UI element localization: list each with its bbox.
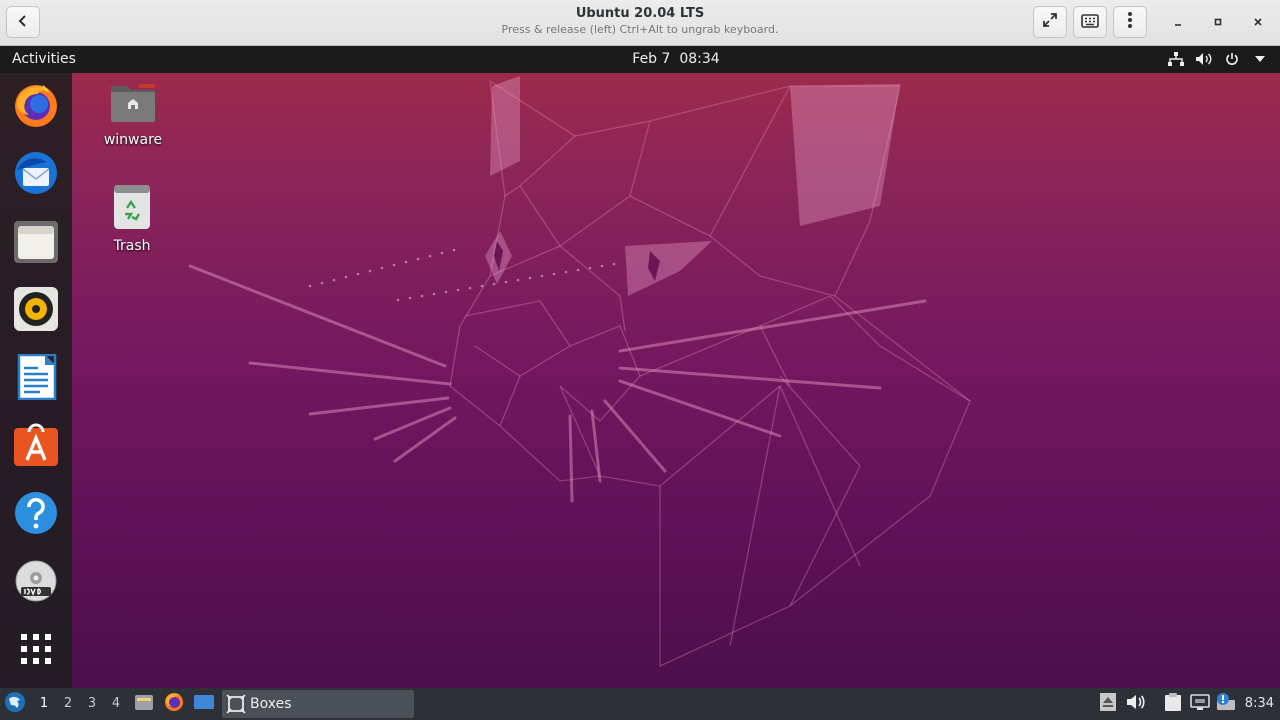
eject-icon — [1100, 693, 1116, 715]
help-icon — [13, 490, 59, 540]
chevron-left-icon — [16, 13, 30, 32]
launcher-files[interactable] — [133, 693, 155, 715]
files-icon — [13, 218, 59, 268]
home-folder-icon — [109, 84, 157, 128]
dock-item-firefox[interactable] — [12, 83, 60, 131]
dock-item-rhythmbox[interactable] — [12, 287, 60, 335]
show-applications-button[interactable] — [12, 627, 60, 675]
firefox-icon — [164, 692, 184, 716]
app-grid-icon — [20, 633, 52, 669]
notification-tray-button[interactable] — [1214, 692, 1236, 716]
taskbar-item-label: Boxes — [250, 696, 292, 712]
dropdown-arrow-icon — [1250, 50, 1270, 68]
desktop-icon-label: winware — [103, 132, 163, 148]
focal-fossa-artwork — [188, 76, 971, 668]
rhythmbox-icon — [13, 286, 59, 336]
keyboard-button[interactable] — [1073, 6, 1107, 38]
dock-item-dvd[interactable] — [12, 559, 60, 607]
window-title-area: Ubuntu 20.04 LTS Press & release (left) … — [400, 5, 880, 37]
system-menu[interactable] — [1166, 50, 1270, 68]
clipboard-icon — [1164, 692, 1182, 716]
dock-item-writer[interactable] — [12, 353, 60, 404]
date-time-menu[interactable]: Feb 7 08:34 — [580, 51, 772, 67]
fullscreen-button[interactable] — [1033, 6, 1067, 38]
whisker-menu-button[interactable] — [4, 691, 26, 717]
software-icon — [13, 422, 59, 472]
maximize-icon — [1212, 13, 1224, 32]
workspace-3[interactable]: 3 — [84, 696, 100, 711]
dock-item-software[interactable] — [12, 423, 60, 471]
network-icon — [1166, 50, 1186, 68]
dock — [0, 73, 72, 688]
clipboard-tray-button[interactable] — [1163, 692, 1183, 716]
volume-tray-button[interactable] — [1126, 694, 1146, 714]
show-desktop-icon — [193, 693, 215, 715]
xfce-menu-icon — [4, 691, 26, 717]
host-bottom-panel: 1 2 3 4 Boxes 8:34 — [0, 688, 1280, 720]
close-button[interactable] — [1246, 10, 1270, 34]
dvd-icon — [13, 558, 59, 608]
back-button[interactable] — [6, 6, 40, 38]
thunderbird-icon — [13, 150, 59, 200]
volume-icon — [1194, 50, 1214, 68]
minimize-button[interactable] — [1166, 10, 1190, 34]
desktop-icon-home[interactable]: winware — [93, 82, 173, 148]
desktop-wallpaper — [0, 46, 1280, 688]
window-subtitle: Press & release (left) Ctrl+Alt to ungra… — [501, 23, 779, 36]
window-title: Ubuntu 20.04 LTS — [575, 6, 705, 21]
power-icon — [1222, 50, 1242, 68]
dock-item-help[interactable] — [12, 491, 60, 539]
workspace-1[interactable]: 1 — [36, 696, 52, 711]
launcher-desktop[interactable] — [193, 693, 215, 715]
fullscreen-icon — [1042, 12, 1058, 32]
network-wired-icon — [1190, 693, 1210, 715]
keyboard-icon — [1081, 13, 1099, 32]
network-tray-button[interactable] — [1190, 694, 1210, 714]
dock-item-files[interactable] — [12, 219, 60, 267]
taskbar-item-boxes[interactable]: Boxes — [222, 690, 414, 718]
desktop-icon-trash[interactable]: Trash — [92, 184, 172, 254]
trash-icon — [112, 185, 152, 234]
vm-display[interactable]: Activities Feb 7 08:34 winware Trash — [0, 46, 1280, 688]
file-manager-icon — [134, 693, 154, 715]
boxes-headerbar: Ubuntu 20.04 LTS Press & release (left) … — [0, 0, 1280, 46]
gnome-top-bar: Activities Feb 7 08:34 — [0, 46, 1280, 73]
update-notifier-icon — [1214, 692, 1236, 716]
date-label: Feb 7 — [632, 51, 671, 67]
minimize-icon — [1172, 13, 1184, 32]
volume-icon — [1126, 694, 1146, 714]
dock-item-thunderbird[interactable] — [12, 151, 60, 199]
launcher-firefox[interactable] — [163, 693, 185, 715]
close-icon — [1252, 13, 1264, 32]
host-clock[interactable]: 8:34 — [1245, 696, 1274, 711]
time-label: 08:34 — [679, 51, 720, 67]
menu-button[interactable] — [1113, 6, 1147, 38]
desktop-icon-label: Trash — [113, 238, 151, 254]
activities-button[interactable]: Activities — [12, 51, 76, 67]
eject-tray-button[interactable] — [1098, 693, 1118, 715]
kebab-menu-icon — [1127, 11, 1133, 33]
firefox-icon — [13, 82, 59, 132]
maximize-button[interactable] — [1206, 10, 1230, 34]
writer-icon — [13, 353, 59, 404]
workspace-2[interactable]: 2 — [60, 696, 76, 711]
boxes-app-icon — [226, 694, 246, 714]
workspace-4[interactable]: 4 — [108, 696, 124, 711]
